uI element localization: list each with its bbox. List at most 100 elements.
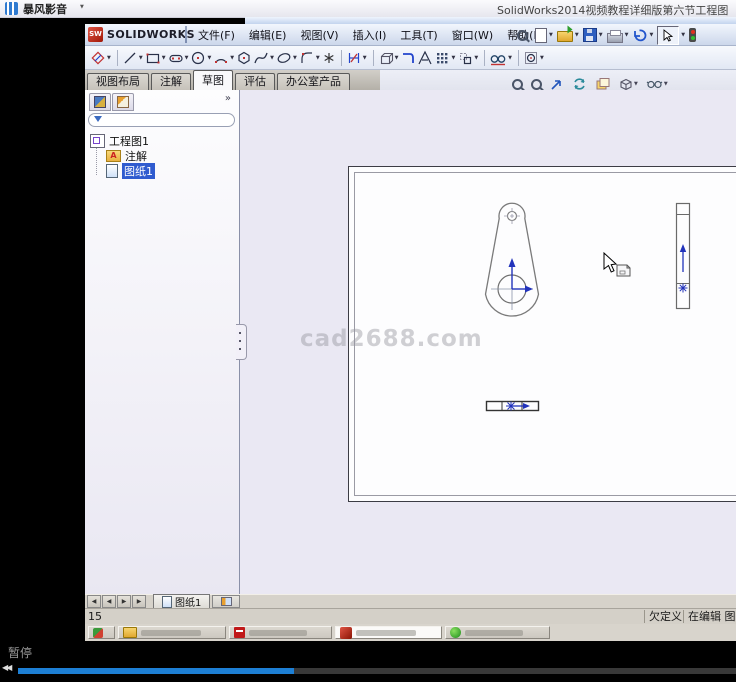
- taskbar-button-1[interactable]: [88, 626, 115, 639]
- tab-view-layout[interactable]: 视图布局: [87, 73, 149, 90]
- caret-icon[interactable]: ▼: [575, 32, 579, 38]
- caret-icon[interactable]: ▼: [230, 55, 234, 61]
- zoom-area-button[interactable]: [531, 78, 542, 90]
- rotate-view-button[interactable]: [572, 77, 587, 91]
- taskbar-button-folder[interactable]: [118, 626, 226, 639]
- next-sheet-button[interactable]: ▶: [117, 595, 131, 608]
- line-tool-button[interactable]: ▼: [122, 50, 144, 66]
- tree-filter-input[interactable]: [88, 113, 235, 127]
- display-relations-button[interactable]: ▼: [489, 50, 513, 66]
- ellipse-tool-button[interactable]: ▼: [276, 50, 298, 66]
- menu-tools[interactable]: 工具(T): [393, 27, 444, 43]
- featuremanager-tab[interactable]: [89, 93, 111, 111]
- caret-icon[interactable]: ▼: [549, 32, 553, 38]
- tree-annotations-label[interactable]: 注解: [125, 148, 147, 164]
- sheet-properties-button[interactable]: [595, 77, 610, 91]
- tree-item-sheet[interactable]: 图纸1: [90, 162, 155, 179]
- hide-show-items-button[interactable]: ▼: [646, 78, 668, 90]
- taskbar-button-solidworks[interactable]: [335, 626, 442, 639]
- caret-icon[interactable]: ▼: [207, 55, 211, 61]
- rewind-icon[interactable]: ◀◀: [2, 663, 12, 672]
- polygon-tool-button[interactable]: [236, 50, 252, 66]
- circular-pattern-button[interactable]: ▼: [523, 50, 545, 66]
- menu-edit[interactable]: 编辑(E): [242, 27, 294, 43]
- last-sheet-button[interactable]: ▶: [132, 595, 146, 608]
- caret-icon[interactable]: ▼: [395, 55, 399, 61]
- tab-sketch[interactable]: 草图: [193, 70, 233, 90]
- sheet-tab-label[interactable]: 图纸1: [175, 594, 201, 609]
- select-tool-button[interactable]: ▼: [657, 25, 685, 45]
- drawing-view-side[interactable]: [674, 200, 692, 312]
- caret-icon[interactable]: ▼: [599, 32, 603, 38]
- zoom-fit-button[interactable]: [512, 78, 523, 90]
- tab-annotation[interactable]: 注解: [151, 73, 191, 90]
- spline-tool-button[interactable]: ▼: [253, 50, 275, 66]
- add-sheet-tab[interactable]: [212, 595, 241, 608]
- caret-icon[interactable]: ▼: [293, 55, 297, 61]
- panel-splitter-handle[interactable]: [236, 324, 247, 360]
- tab-evaluate[interactable]: 评估: [235, 73, 275, 90]
- menu-view[interactable]: 视图(V): [293, 27, 345, 43]
- previous-view-button[interactable]: [550, 77, 564, 91]
- open-button[interactable]: ▼: [556, 28, 579, 42]
- print-button[interactable]: ▼: [606, 28, 629, 43]
- progress-bar[interactable]: [18, 668, 736, 674]
- caret-icon[interactable]: ▼: [540, 55, 544, 61]
- player-app-name[interactable]: 暴风影音: [23, 1, 67, 17]
- arc-tool-button[interactable]: ▼: [213, 50, 235, 66]
- caret-icon[interactable]: ▼: [625, 32, 629, 38]
- linear-pattern-button[interactable]: ▼: [434, 50, 456, 66]
- caret-icon[interactable]: ▼: [185, 55, 189, 61]
- caret-icon[interactable]: ▼: [664, 81, 668, 87]
- caret-icon[interactable]: ▼: [363, 55, 367, 61]
- caret-icon[interactable]: ▼: [681, 32, 685, 38]
- tab-office-products[interactable]: 办公室产品: [277, 73, 350, 90]
- save-button[interactable]: ▼: [582, 28, 603, 42]
- caret-icon[interactable]: ▼: [474, 55, 478, 61]
- display-style-button[interactable]: ▼: [618, 77, 638, 91]
- drawing-view-bottom[interactable]: [485, 399, 541, 413]
- menu-insert[interactable]: 插入(I): [346, 27, 394, 43]
- panel-expand-chevrons-icon[interactable]: »: [225, 93, 231, 104]
- prev-sheet-button[interactable]: ◀: [102, 595, 116, 608]
- first-sheet-button[interactable]: ◀: [87, 595, 101, 608]
- caret-icon[interactable]: ▼: [270, 55, 274, 61]
- tree-sheet-label[interactable]: 图纸1: [122, 162, 155, 179]
- sheet-tab[interactable]: 图纸1: [153, 594, 211, 609]
- graphics-area[interactable]: cad2688.com: [240, 90, 736, 595]
- trim-entities-button[interactable]: [400, 50, 416, 66]
- move-entities-button[interactable]: ▼: [457, 50, 479, 66]
- caret-icon[interactable]: ▼: [139, 55, 143, 61]
- menu-file[interactable]: 文件(F): [191, 27, 242, 43]
- convert-entities-button[interactable]: ▼: [378, 50, 400, 66]
- taskbar-button-green[interactable]: [445, 626, 550, 639]
- caret-icon[interactable]: ▼: [107, 55, 111, 61]
- caret-icon[interactable]: ▼: [634, 81, 638, 87]
- status-editing-badge: 在编辑 图: [683, 610, 736, 623]
- menu-window[interactable]: 窗口(W): [445, 27, 500, 43]
- tree-root-label[interactable]: 工程图1: [109, 133, 149, 149]
- caret-icon[interactable]: ▼: [508, 55, 512, 61]
- undo-button[interactable]: ▼: [632, 28, 653, 43]
- sketch-button[interactable]: ▼: [90, 50, 112, 66]
- circle-tool-button[interactable]: ▼: [190, 50, 212, 66]
- propertymanager-tab[interactable]: [112, 93, 134, 111]
- caret-icon[interactable]: ▼: [316, 55, 320, 61]
- sketch-text-button[interactable]: [417, 50, 433, 66]
- tree-root-drawing[interactable]: 工程图1: [90, 133, 155, 148]
- smart-dimension-button[interactable]: ▼: [346, 50, 368, 66]
- drawing-view-front[interactable]: [475, 195, 555, 323]
- rectangle-tool-button[interactable]: ▼: [145, 50, 167, 66]
- search-icon[interactable]: [517, 30, 528, 41]
- tree-item-annotations[interactable]: A 注解: [90, 148, 155, 163]
- caret-icon[interactable]: ▼: [451, 55, 455, 61]
- caret-icon[interactable]: ▼: [649, 32, 653, 38]
- player-menu-caret-icon[interactable]: ▼: [80, 4, 84, 10]
- new-document-button[interactable]: ▼: [535, 27, 553, 43]
- caret-icon[interactable]: ▼: [162, 55, 166, 61]
- fillet-tool-button[interactable]: ▼: [299, 50, 321, 66]
- rebuild-button[interactable]: [689, 28, 697, 42]
- taskbar-button-pdf[interactable]: [229, 626, 332, 639]
- slot-tool-button[interactable]: ▼: [168, 50, 190, 66]
- point-tool-button[interactable]: [322, 50, 336, 66]
